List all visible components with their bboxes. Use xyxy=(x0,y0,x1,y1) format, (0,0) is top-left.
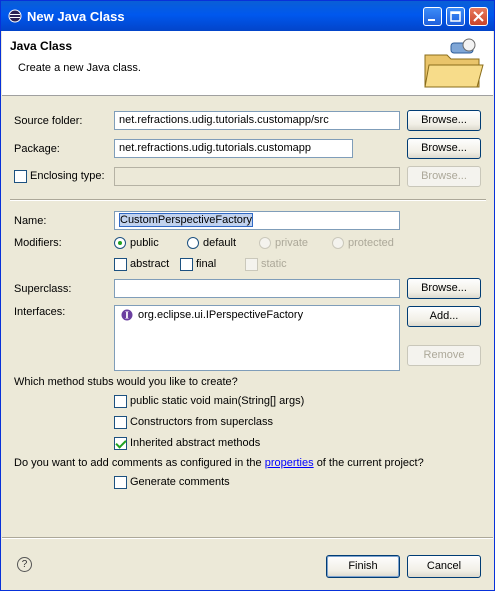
interfaces-label: Interfaces: xyxy=(14,306,66,318)
add-label: Add... xyxy=(429,310,459,322)
close-button[interactable] xyxy=(469,7,488,26)
browse-label: Browse... xyxy=(421,282,467,294)
name-value: CustomPerspectiveFactory xyxy=(119,213,254,227)
maximize-icon xyxy=(450,11,461,22)
finish-label: Finish xyxy=(348,560,378,572)
inherited-methods-label: Inherited abstract methods xyxy=(130,437,261,449)
new-java-class-dialog: New Java Class Java Class Create a new J… xyxy=(0,0,495,591)
cancel-button[interactable]: Cancel xyxy=(407,555,481,578)
comments-question: Do you want to add comments as configure… xyxy=(14,457,424,469)
browse-label: Browse... xyxy=(421,170,467,182)
interface-icon: I xyxy=(121,309,133,321)
properties-link[interactable]: properties xyxy=(265,457,314,469)
inherited-methods-checkbox[interactable] xyxy=(114,437,127,450)
constructors-checkbox[interactable] xyxy=(114,416,127,429)
public-radio-label: public xyxy=(130,237,159,249)
close-icon xyxy=(473,11,484,22)
constructors-label: Constructors from superclass xyxy=(130,416,274,428)
cancel-label: Cancel xyxy=(426,560,462,572)
package-label: Package: xyxy=(14,143,60,155)
static-checkbox[interactable] xyxy=(245,258,258,271)
page-description: Create a new Java class. xyxy=(18,62,141,74)
add-interface-button[interactable]: Add... xyxy=(407,306,481,327)
private-radio-label: private xyxy=(275,237,309,249)
wizard-header: Java Class Create a new Java class. xyxy=(2,31,493,96)
generate-comments-checkbox[interactable] xyxy=(114,476,127,489)
interfaces-list[interactable]: I org.eclipse.ui.IPerspectiveFactory xyxy=(114,305,400,371)
remove-label: Remove xyxy=(423,349,465,361)
help-icon: ? xyxy=(21,559,28,570)
title-bar[interactable]: New Java Class xyxy=(1,1,494,31)
superclass-field[interactable] xyxy=(114,279,400,298)
source-folder-label: Source folder: xyxy=(14,115,83,127)
window-title: New Java Class xyxy=(27,9,125,24)
help-button[interactable]: ? xyxy=(17,557,32,572)
source-folder-browse-button[interactable]: Browse... xyxy=(407,110,481,131)
browse-label: Browse... xyxy=(421,114,467,126)
browse-label: Browse... xyxy=(421,142,467,154)
name-label: Name: xyxy=(14,215,47,227)
private-radio[interactable] xyxy=(259,237,271,249)
comments-question-start: Do you want to add comments as configure… xyxy=(14,457,262,469)
interface-name: org.eclipse.ui.IPerspectiveFactory xyxy=(138,309,304,321)
protected-radio-label: protected xyxy=(348,237,394,249)
default-radio[interactable] xyxy=(187,237,199,249)
superclass-browse-button[interactable]: Browse... xyxy=(407,278,481,299)
separator xyxy=(10,199,486,201)
minimize-button[interactable] xyxy=(423,7,442,26)
page-title: Java Class xyxy=(10,39,73,53)
enclosing-type-label: Enclosing type: xyxy=(30,170,105,182)
final-checkbox[interactable] xyxy=(180,258,193,271)
superclass-label: Superclass: xyxy=(14,283,72,295)
public-radio[interactable] xyxy=(114,237,126,249)
static-checkbox-label: static xyxy=(261,258,287,270)
name-field[interactable]: CustomPerspectiveFactory xyxy=(114,211,400,230)
enclosing-type-field[interactable] xyxy=(114,167,400,186)
package-field[interactable]: net.refractions.udig.tutorials.customapp xyxy=(114,139,353,158)
protected-radio[interactable] xyxy=(332,237,344,249)
finish-button[interactable]: Finish xyxy=(326,555,400,578)
default-radio-label: default xyxy=(203,237,237,249)
comments-question-end: of the current project? xyxy=(316,457,424,469)
main-method-checkbox[interactable] xyxy=(114,395,127,408)
minimize-icon xyxy=(428,19,435,21)
source-folder-field[interactable]: net.refractions.udig.tutorials.customapp… xyxy=(114,111,400,130)
enclosing-type-browse-button[interactable]: Browse... xyxy=(407,166,481,187)
abstract-checkbox[interactable] xyxy=(114,258,127,271)
new-class-wizard-banner-icon xyxy=(424,38,484,88)
modifiers-label: Modifiers: xyxy=(14,237,62,249)
abstract-checkbox-label: abstract xyxy=(130,258,170,270)
method-stubs-question: Which method stubs would you like to cre… xyxy=(14,376,238,388)
package-browse-button[interactable]: Browse... xyxy=(407,138,481,159)
generate-comments-label: Generate comments xyxy=(130,476,230,488)
footer-separator xyxy=(2,537,493,539)
remove-interface-button[interactable]: Remove xyxy=(407,345,481,366)
final-checkbox-label: final xyxy=(196,258,217,270)
maximize-button[interactable] xyxy=(446,7,465,26)
svg-text:I: I xyxy=(125,312,129,322)
main-method-label: public static void main(String[] args) xyxy=(130,395,305,407)
enclosing-type-checkbox[interactable] xyxy=(14,170,27,183)
eclipse-icon xyxy=(8,9,22,23)
